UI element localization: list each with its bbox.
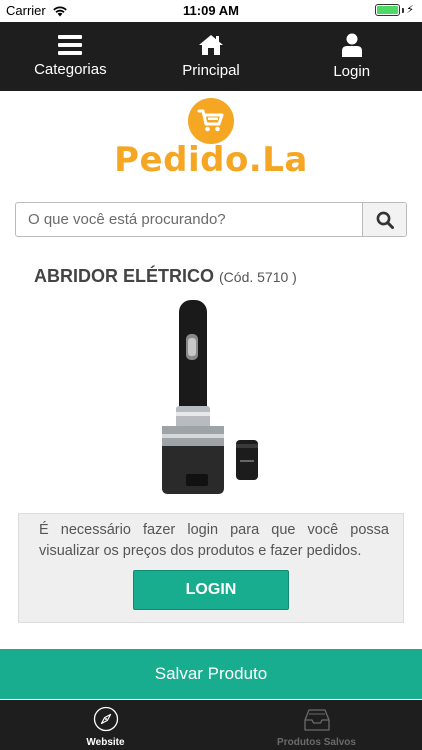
login-button[interactable]: LOGIN [133, 570, 289, 610]
nav-categorias-label: Categorias [34, 61, 107, 78]
product-image[interactable] [160, 298, 280, 498]
status-right: ⚡ [375, 4, 414, 16]
brand-logo[interactable]: Pedido.La [0, 96, 422, 188]
tab-bar: Website Produtos Salvos [0, 700, 422, 750]
home-icon [199, 35, 223, 55]
status-time: 11:09 AM [183, 3, 239, 18]
brand-name: Pedido.La [114, 140, 308, 180]
nav-principal[interactable]: Principal [141, 22, 282, 91]
inbox-tray-icon [303, 709, 330, 731]
product-name: ABRIDOR ELÉTRICO [34, 266, 214, 286]
charging-bolt-icon: ⚡ [406, 3, 414, 16]
search-icon [376, 211, 394, 229]
menu-icon [58, 35, 83, 55]
nav-principal-label: Principal [182, 62, 240, 79]
login-notice: É necessário fazer login para que você p… [18, 513, 404, 623]
search-input[interactable] [16, 203, 362, 236]
nav-login[interactable]: Login [281, 22, 422, 91]
search-button[interactable] [362, 203, 406, 236]
tab-website[interactable]: Website [0, 700, 211, 750]
save-product-button[interactable]: Salvar Produto [0, 649, 422, 699]
nav-login-label: Login [333, 63, 371, 80]
battery-level [377, 6, 399, 14]
tab-produtos-salvos[interactable]: Produtos Salvos [211, 700, 422, 750]
nav-categorias[interactable]: Categorias [0, 22, 141, 91]
top-nav: Categorias Principal Login [0, 22, 422, 91]
status-bar: Carrier 11:09 AM ⚡ [0, 0, 422, 22]
tab-website-label: Website [86, 737, 125, 748]
product-title: ABRIDOR ELÉTRICO (Cód. 5710 ) [34, 266, 297, 287]
compass-icon [93, 706, 118, 732]
product-code: (Cód. 5710 ) [219, 269, 297, 285]
search-bar [15, 202, 407, 237]
battery-icon [375, 4, 401, 16]
tab-produtos-salvos-label: Produtos Salvos [277, 737, 356, 748]
shopping-cart-icon [188, 98, 234, 144]
user-icon [341, 33, 362, 57]
battery-cap [402, 7, 405, 13]
login-notice-message: É necessário fazer login para que você p… [39, 522, 389, 559]
